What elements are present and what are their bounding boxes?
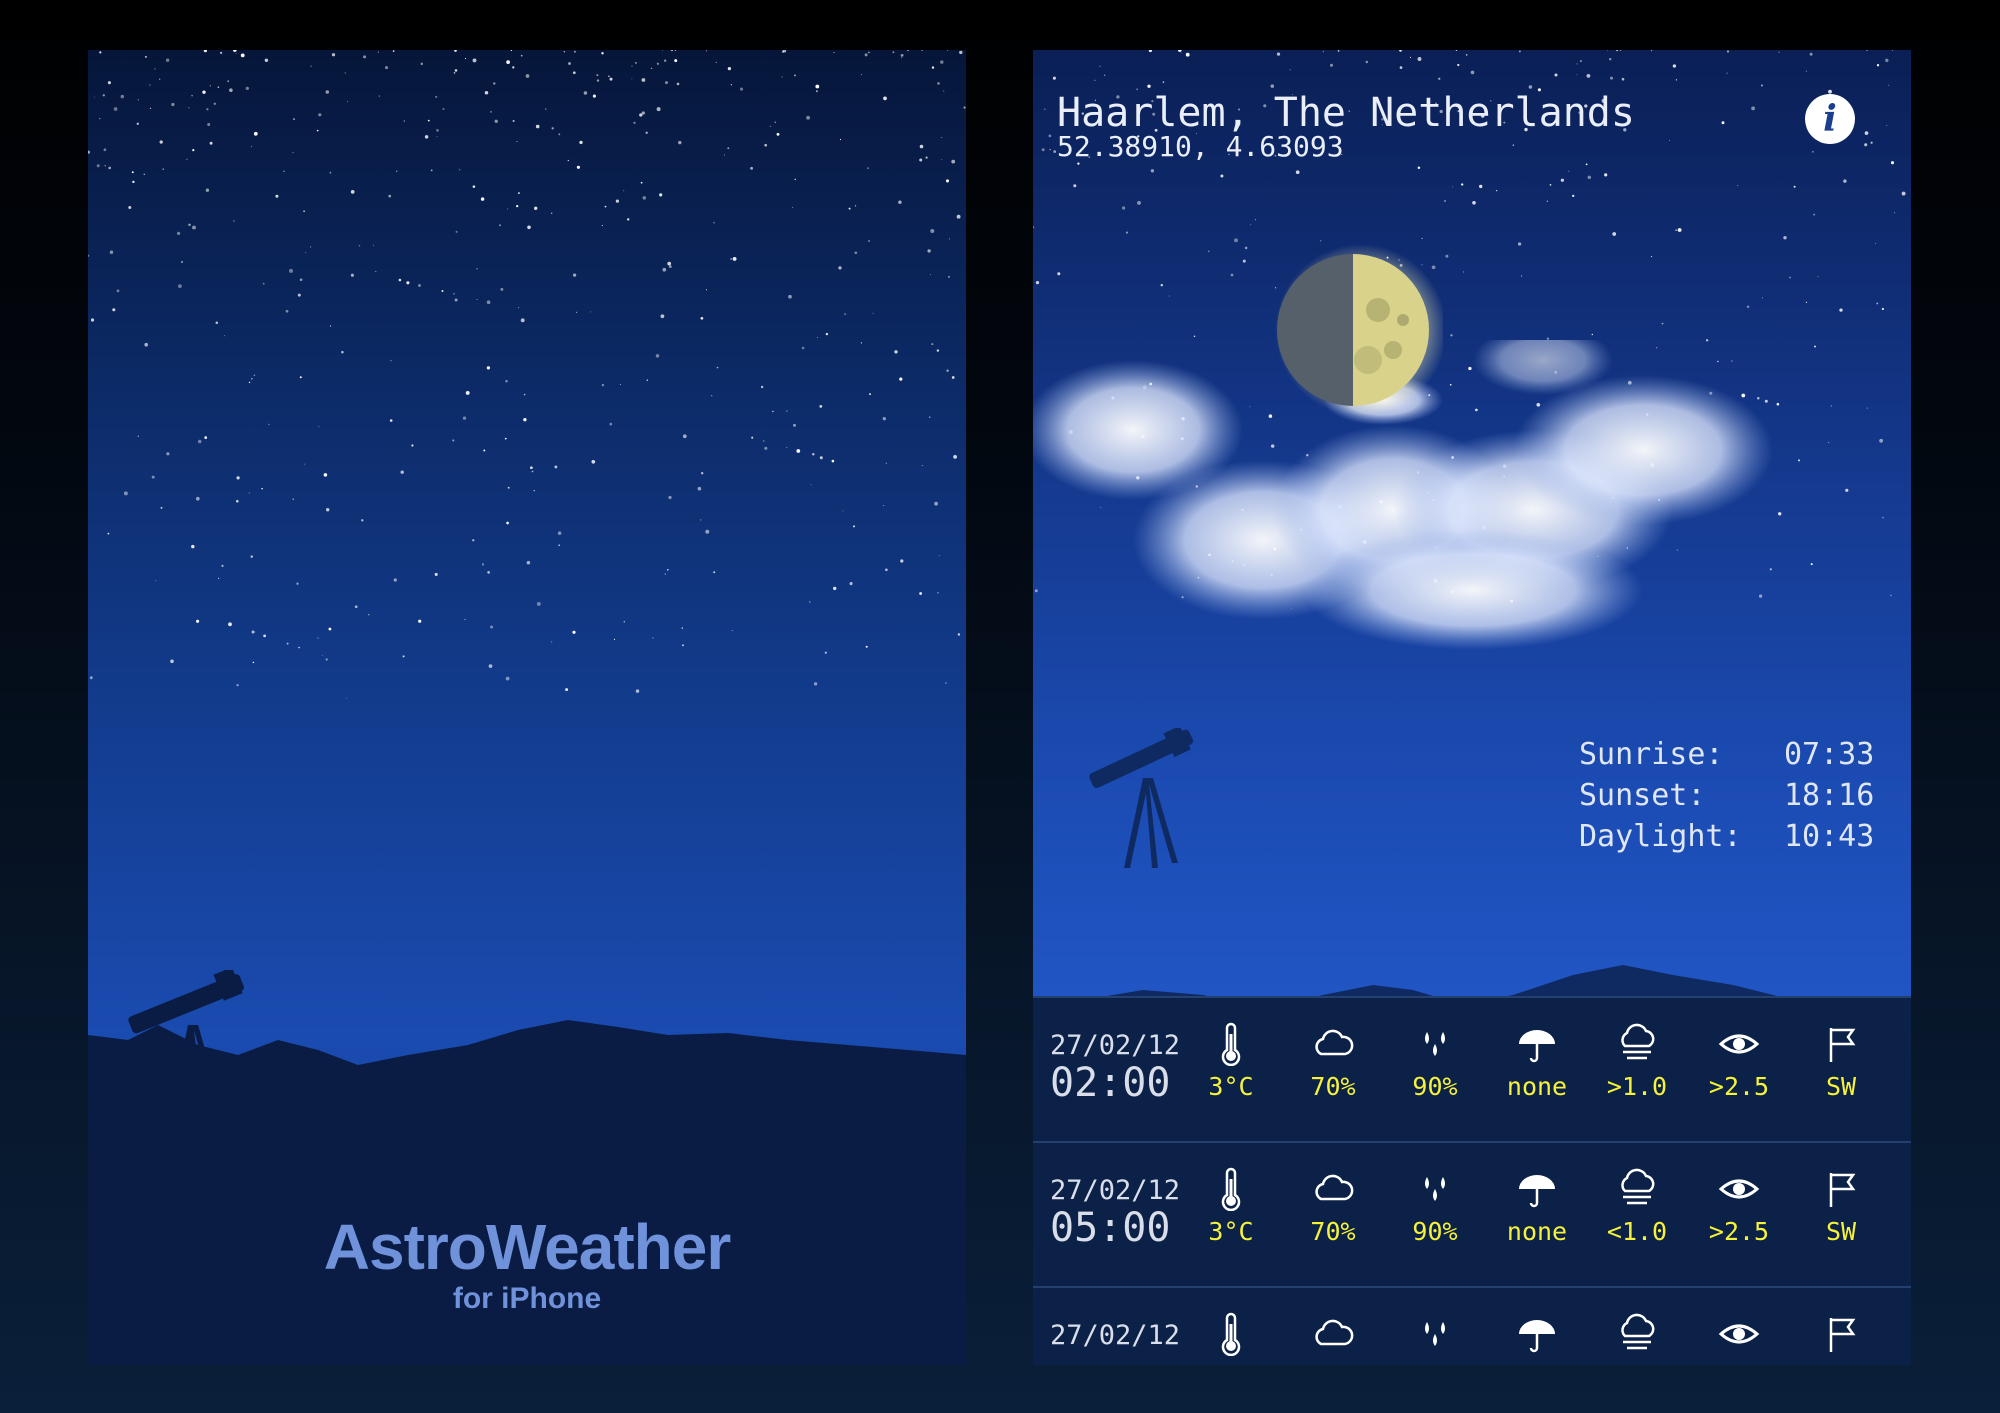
info-icon[interactable]: i: [1805, 94, 1855, 144]
forecast-list[interactable]: 27/02/12 02:00 3°C 70% 90% none >1.0 >2.5 SW 27/0…: [1033, 996, 1911, 1365]
cloud-icon: [1315, 1174, 1354, 1201]
forecast-cell: 3°C: [1181, 1167, 1281, 1246]
clouds: [1033, 340, 1773, 650]
humidity-icon: [1425, 1177, 1445, 1201]
humidity-icon: [1425, 1322, 1445, 1346]
forecast-time: 05:00: [1050, 1205, 1171, 1251]
forecast-cell: <1.0: [1587, 1167, 1687, 1246]
forecast-value: 70%: [1310, 1072, 1356, 1101]
flag-icon: [1829, 1173, 1856, 1207]
forecast-time: 02:00: [1050, 1060, 1171, 1106]
telescope-icon: [128, 970, 244, 1120]
sunrise-value: 07:33: [1784, 737, 1875, 772]
thermometer-icon: [1221, 1022, 1241, 1066]
daylight-value: 10:43: [1784, 819, 1875, 854]
forecast-value: >1.0: [1606, 1072, 1668, 1101]
forecast-value: 70%: [1310, 1217, 1356, 1246]
umbrella-icon: [1519, 1030, 1555, 1063]
forecast-value: SW: [1825, 1072, 1857, 1101]
daylight-row: Daylight: 10:43: [1579, 816, 1874, 857]
sunset-row: Sunset: 18:16: [1579, 775, 1874, 816]
forecast-row[interactable]: 27/02/12 02:00 3°C 70% 90% none >1.0 >2.5 SW: [1033, 996, 1911, 1143]
weather-screen: Haarlem, The Netherlands 52.38910, 4.630…: [1033, 50, 1911, 1365]
forecast-value: 90%: [1412, 1072, 1458, 1101]
sun-times: Sunrise: 07:33 Sunset: 18:16 Daylight: 1…: [1579, 734, 1874, 857]
forecast-value: none: [1506, 1072, 1568, 1101]
forecast-cell: 90%: [1385, 1167, 1485, 1246]
forecast-value: none: [1506, 1217, 1568, 1246]
forecast-value: >2.5: [1708, 1072, 1770, 1101]
forecast-cell: 70%: [1283, 1167, 1383, 1246]
seeing-icon: [1621, 1168, 1655, 1205]
forecast-cell: SW: [1791, 1022, 1891, 1101]
forecast-value: 3°C: [1208, 1072, 1254, 1101]
forecast-cell: none: [1487, 1167, 1587, 1246]
forecast-cell: none: [1487, 1022, 1587, 1101]
location-coordinates: 52.38910, 4.63093: [1057, 130, 1344, 163]
umbrella-icon: [1519, 1320, 1555, 1353]
forecast-value: >2.5: [1708, 1217, 1770, 1246]
forecast-date: 27/02/12: [1050, 1175, 1181, 1206]
forecast-cell: >2.5: [1689, 1167, 1789, 1246]
forecast-value: <1.0: [1606, 1217, 1668, 1246]
umbrella-icon: [1519, 1175, 1555, 1208]
sunset-value: 18:16: [1784, 778, 1875, 813]
forecast-cell: >1.0: [1587, 1022, 1687, 1101]
forecast-cell: [1791, 1312, 1891, 1362]
eye-icon: [1718, 1179, 1760, 1199]
forecast-value: 3°C: [1208, 1217, 1254, 1246]
forecast-cell: 3°C: [1181, 1022, 1281, 1101]
cloud-icon: [1315, 1319, 1354, 1346]
splash-screen: AstroWeather for iPhone: [88, 50, 966, 1365]
forecast-cell: >2.5: [1689, 1022, 1789, 1101]
sunrise-row: Sunrise: 07:33: [1579, 734, 1874, 775]
forecast-cell: [1385, 1312, 1485, 1362]
forecast-cell: 90%: [1385, 1022, 1485, 1101]
forecast-row[interactable]: 27/02/12 05:00 3°C 70% 90% none <1.0 >2.5 SW: [1033, 1141, 1911, 1288]
thermometer-icon: [1221, 1312, 1241, 1356]
forecast-cell: [1587, 1312, 1687, 1362]
thermometer-icon: [1221, 1167, 1241, 1211]
eye-icon: [1718, 1034, 1760, 1054]
daylight-label: Daylight:: [1579, 819, 1742, 854]
forecast-cell: [1487, 1312, 1587, 1362]
forecast-cell: 70%: [1283, 1022, 1383, 1101]
moon-phase-icon: [1275, 244, 1443, 416]
forecast-value: 90%: [1412, 1217, 1458, 1246]
flag-icon: [1829, 1318, 1856, 1352]
cloud-icon: [1315, 1029, 1354, 1056]
forecast-cell: [1181, 1312, 1281, 1362]
app-subtitle: for iPhone: [452, 1282, 602, 1315]
flag-icon: [1829, 1028, 1856, 1062]
forecast-cell: [1689, 1312, 1789, 1362]
telescope-icon: [1089, 728, 1194, 868]
forecast-date: 27/02/12: [1050, 1030, 1181, 1061]
forecast-value: SW: [1825, 1217, 1857, 1246]
sunrise-label: Sunrise:: [1579, 737, 1724, 772]
forecast-cell: [1283, 1312, 1383, 1362]
seeing-icon: [1621, 1023, 1655, 1060]
forecast-date: 27/02/12: [1050, 1320, 1181, 1351]
eye-icon: [1718, 1324, 1760, 1344]
app-title: AstroWeather: [323, 1211, 731, 1283]
humidity-icon: [1425, 1032, 1445, 1056]
sunset-label: Sunset:: [1579, 778, 1706, 813]
forecast-row[interactable]: 27/02/12: [1033, 1286, 1911, 1365]
forecast-cell: SW: [1791, 1167, 1891, 1246]
seeing-icon: [1621, 1313, 1655, 1350]
